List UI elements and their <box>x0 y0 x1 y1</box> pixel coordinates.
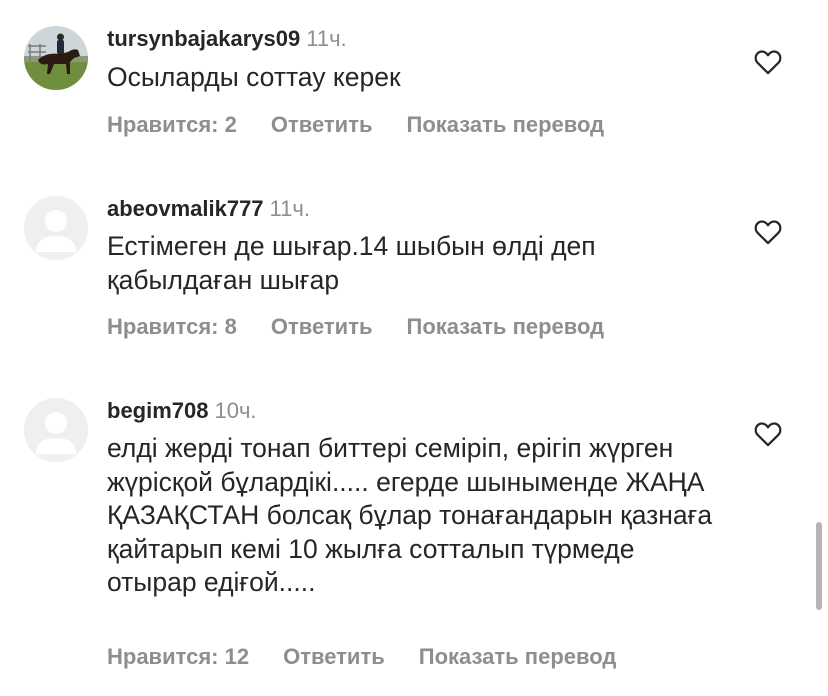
avatar[interactable] <box>24 26 88 90</box>
reply-button[interactable]: Ответить <box>271 314 373 340</box>
comment-text: елді жерді тонап биттері семіріп, ерігіп… <box>107 433 713 597</box>
comment-header: abeovmalik777 11ч. <box>107 196 310 222</box>
avatar[interactable] <box>24 398 88 462</box>
reply-button[interactable]: Ответить <box>271 112 373 138</box>
username[interactable]: abeovmalik777 <box>107 196 264 221</box>
username[interactable]: begim708 <box>107 398 209 423</box>
likes-count[interactable]: Нравится: 8 <box>107 314 237 340</box>
heart-icon[interactable] <box>754 49 782 75</box>
timestamp: 11ч. <box>269 196 310 221</box>
username[interactable]: tursynbajakarys09 <box>107 26 300 51</box>
avatar[interactable] <box>24 196 88 260</box>
show-translation-button[interactable]: Показать перевод <box>419 644 617 670</box>
comment-actions: Нравится: 12 Ответить Показать перевод <box>107 644 650 670</box>
comment-header: begim708 10ч. <box>107 398 257 424</box>
timestamp: 10ч. <box>214 398 257 423</box>
heart-icon[interactable] <box>754 219 782 245</box>
scrollbar[interactable] <box>816 522 822 610</box>
default-user-icon <box>24 398 88 462</box>
horse-rider-photo <box>24 26 88 90</box>
reply-button[interactable]: Ответить <box>283 644 385 670</box>
timestamp: 11ч. <box>306 26 347 51</box>
show-translation-button[interactable]: Показать перевод <box>407 112 605 138</box>
comment-header: tursynbajakarys09 11ч. <box>107 26 347 52</box>
heart-icon[interactable] <box>754 421 782 447</box>
show-translation-button[interactable]: Показать перевод <box>407 314 605 340</box>
comment-text: Осыларды соттау керек <box>107 62 401 92</box>
comment-actions: Нравится: 8 Ответить Показать перевод <box>107 314 638 340</box>
likes-count[interactable]: Нравится: 12 <box>107 644 249 670</box>
comment-actions: Нравится: 2 Ответить Показать перевод <box>107 112 638 138</box>
likes-count[interactable]: Нравится: 2 <box>107 112 237 138</box>
default-user-icon <box>24 196 88 260</box>
comment-text: Естімеген де шығар.14 шыбын өлді деп қаб… <box>107 231 596 295</box>
